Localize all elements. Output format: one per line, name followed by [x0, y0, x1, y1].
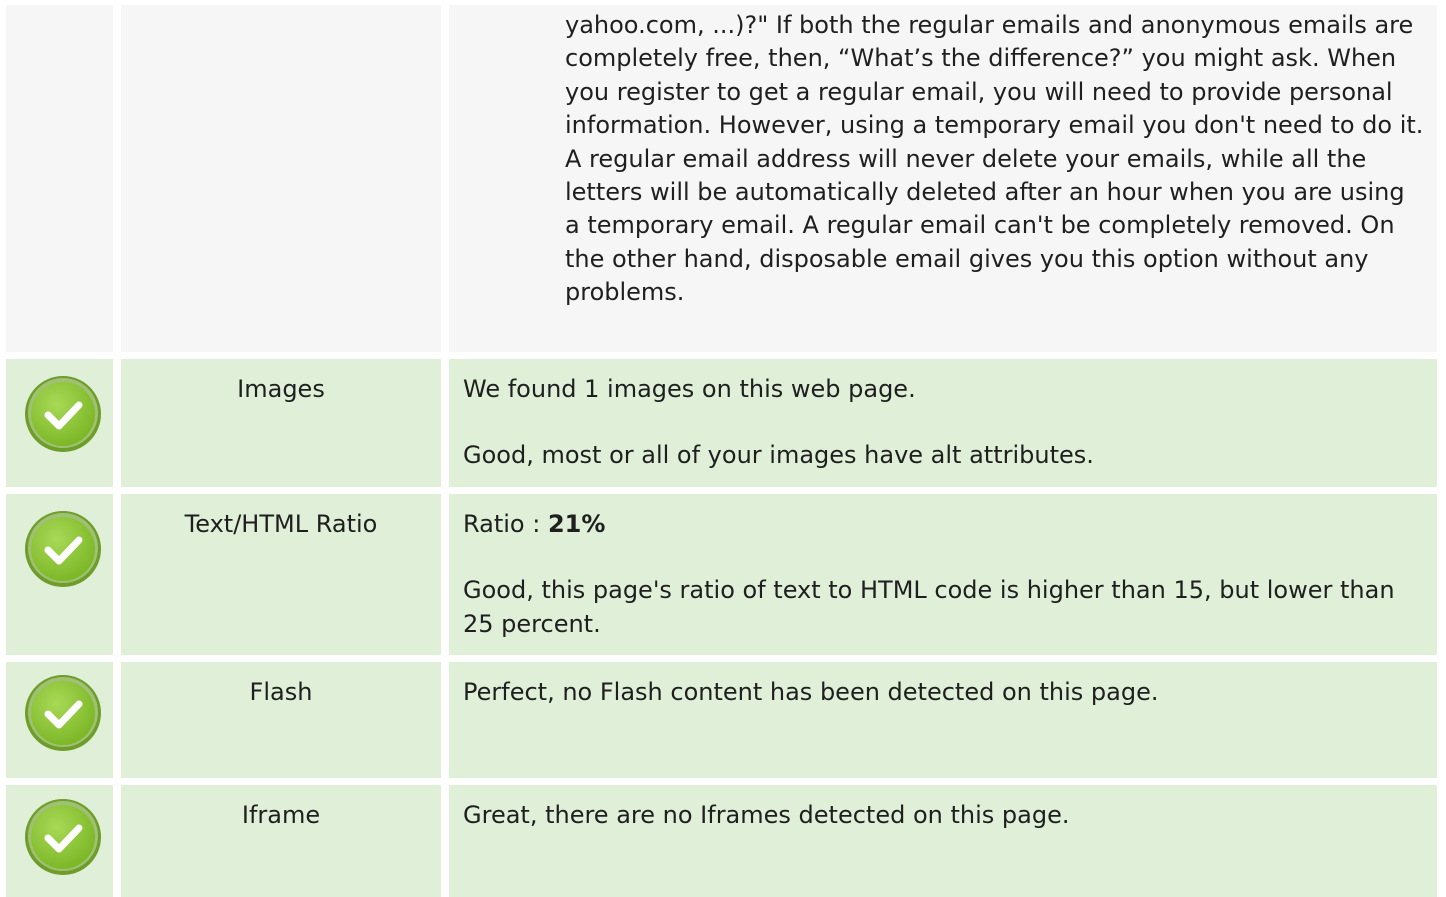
ratio-label: Text/HTML Ratio: [184, 510, 378, 538]
check-icon: [25, 799, 101, 875]
images-result: We found 1 images on this web page. Good…: [449, 359, 1437, 473]
ratio-body-cell: Ratio : 21% Good, this page's ratio of t…: [449, 494, 1437, 655]
iframe-label-cell: Iframe: [121, 785, 441, 897]
check-icon: [25, 675, 101, 751]
check-icon: [25, 511, 101, 587]
text-html-ratio-row: Text/HTML Ratio Ratio : 21% Good, this p…: [0, 494, 1446, 655]
iframe-row: Iframe Great, there are no Iframes detec…: [0, 785, 1446, 897]
iframe-result: Great, there are no Iframes detected on …: [449, 785, 1437, 832]
images-status-cell: [6, 359, 113, 487]
iframe-result-text: Great, there are no Iframes detected on …: [463, 801, 1070, 829]
ratio-label-cell: Text/HTML Ratio: [121, 494, 441, 655]
description-label-cell: [121, 5, 441, 352]
images-body-cell: We found 1 images on this web page. Good…: [449, 359, 1437, 487]
iframe-label: Iframe: [241, 801, 321, 829]
description-icon-cell: [6, 5, 113, 352]
images-alt-text: Good, most or all of your images have al…: [463, 441, 1094, 470]
iframe-body-cell: Great, there are no Iframes detected on …: [449, 785, 1437, 897]
images-found-text: We found 1 images on this web page.: [463, 375, 916, 403]
flash-status-cell: [6, 662, 113, 778]
seo-report: yahoo.com, ...)?" If both the regular em…: [0, 0, 1446, 897]
flash-label: Flash: [249, 678, 313, 706]
images-label-cell: Images: [121, 359, 441, 487]
flash-body-cell: Perfect, no Flash content has been detec…: [449, 662, 1437, 778]
ratio-explanation: Good, this page's ratio of text to HTML …: [463, 576, 1395, 638]
description-body-cell: yahoo.com, ...)?" If both the regular em…: [449, 5, 1437, 352]
images-label: Images: [237, 375, 325, 403]
ratio-prefix: Ratio :: [463, 510, 548, 538]
flash-result-text: Perfect, no Flash content has been detec…: [463, 678, 1159, 706]
ratio-line: Ratio : 21%: [463, 508, 1417, 541]
images-row: Images We found 1 images on this web pag…: [0, 359, 1446, 487]
iframe-status-cell: [6, 785, 113, 897]
ratio-result: Ratio : 21% Good, this page's ratio of t…: [449, 494, 1437, 641]
ratio-value: 21%: [547, 510, 606, 538]
flash-row: Flash Perfect, no Flash content has been…: [0, 662, 1446, 778]
description-row: yahoo.com, ...)?" If both the regular em…: [0, 5, 1446, 352]
ratio-status-cell: [6, 494, 113, 655]
description-text: yahoo.com, ...)?" If both the regular em…: [565, 11, 1424, 307]
flash-label-cell: Flash: [121, 662, 441, 778]
flash-result: Perfect, no Flash content has been detec…: [449, 662, 1437, 709]
check-icon: [25, 376, 101, 452]
